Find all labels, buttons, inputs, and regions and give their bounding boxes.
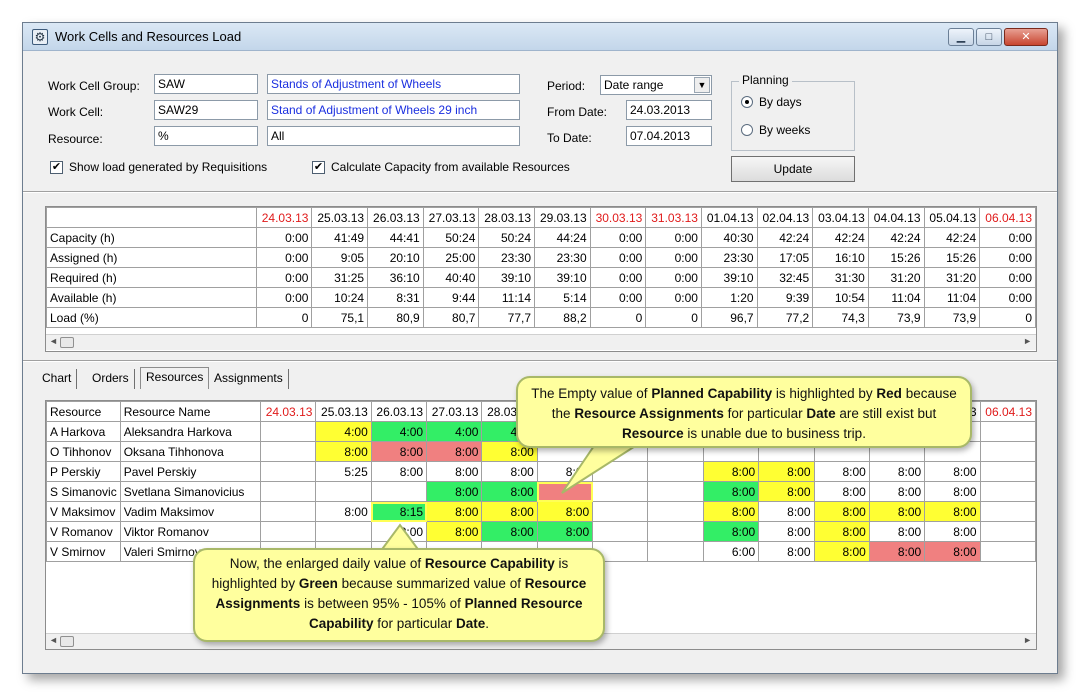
red-highlight-callout: The Empty value of Planned Capability is…: [516, 376, 972, 448]
green-highlight-callout: Now, the enlarged daily value of Resourc…: [193, 548, 605, 642]
red-callout-pointer: [561, 442, 644, 494]
